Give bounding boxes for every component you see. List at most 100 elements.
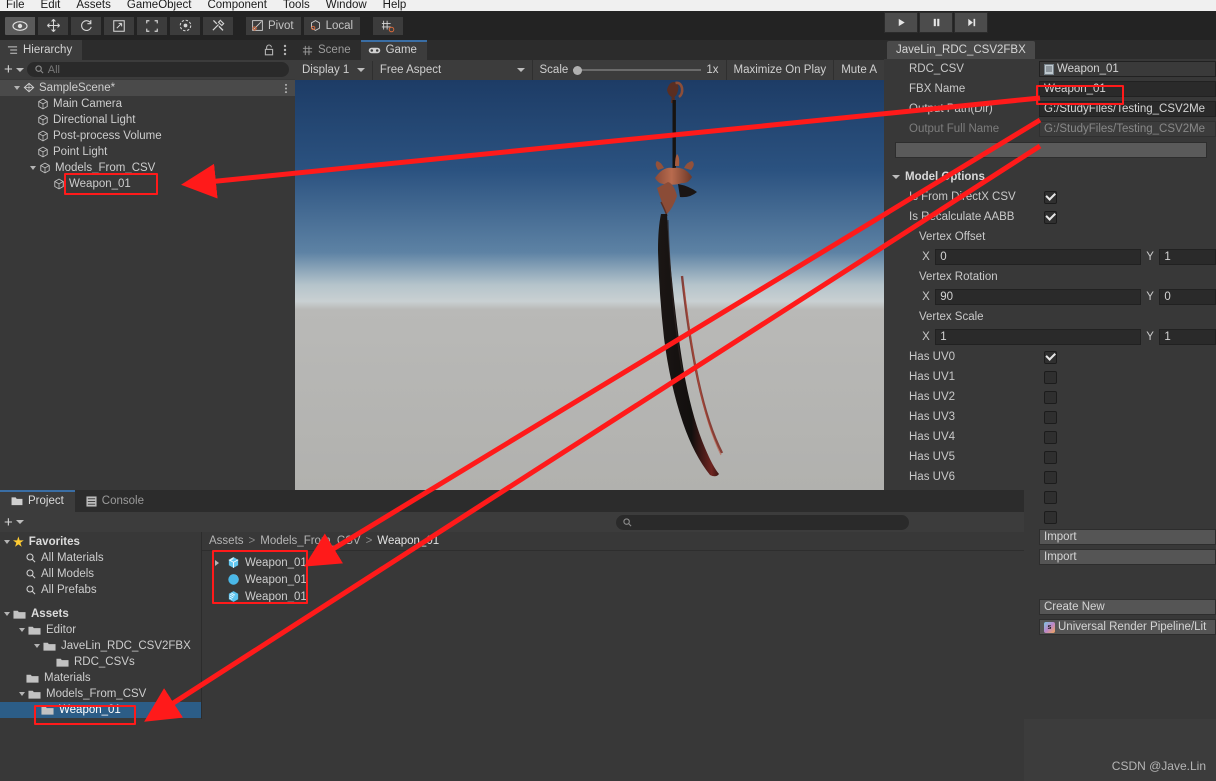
field-output-path[interactable]: Output Path(Dir) G:/StudyFiles/Testing_C…	[884, 99, 1216, 119]
expand-toggle-icon[interactable]	[19, 692, 25, 696]
project-add-button[interactable]: +	[4, 515, 13, 530]
tab-project[interactable]: Project	[0, 490, 75, 512]
field-has-uv0[interactable]: Has UV0	[884, 347, 1216, 367]
expand-toggle-icon[interactable]	[4, 540, 10, 544]
scale-slider-group[interactable]: Scale 1x	[533, 60, 727, 80]
mute-audio-toggle[interactable]: Mute A	[834, 60, 884, 80]
field-has-uv2[interactable]: Has UV2	[884, 387, 1216, 407]
asset-row[interactable]: Weapon_01	[202, 588, 1024, 605]
field-is-from-directx-csv[interactable]: Is From DirectX CSV	[884, 187, 1216, 207]
project-tree-item-weapon-01[interactable]: Weapon_01	[0, 702, 201, 718]
project-tree-item-editor[interactable]: Editor	[0, 622, 201, 638]
field-is-recalculate-aabb[interactable]: Is Recalculate AABB	[884, 207, 1216, 227]
shader-dropdown[interactable]: s Universal Render Pipeline/Lit	[1039, 619, 1216, 635]
rotate-tool-button[interactable]	[70, 15, 102, 36]
scene-more-options-icon[interactable]	[284, 83, 288, 94]
project-tree-item-javelin-rdc-csv2fbx[interactable]: JaveLin_RDC_CSV2FBX	[0, 638, 201, 654]
expand-toggle-icon[interactable]	[30, 166, 36, 170]
field-has-uv4[interactable]: Has UV4	[884, 427, 1216, 447]
transform-tool-button[interactable]	[169, 15, 201, 36]
maximize-on-play-toggle[interactable]: Maximize On Play	[727, 60, 835, 80]
move-tool-button[interactable]	[37, 15, 69, 36]
menu-item-gameobject[interactable]: GameObject	[127, 0, 192, 11]
menu-item-file[interactable]: File	[6, 0, 25, 11]
tab-console[interactable]: Console	[75, 490, 155, 512]
menu-item-tools[interactable]: Tools	[283, 0, 310, 11]
play-button[interactable]	[884, 12, 918, 33]
aspect-dropdown[interactable]: Free Aspect	[373, 60, 533, 80]
convert-action-bar[interactable]	[895, 142, 1207, 158]
vector-x-input[interactable]: 90	[935, 289, 1141, 305]
menu-item-help[interactable]: Help	[383, 0, 407, 11]
project-tree-item-all-prefabs[interactable]: All Prefabs	[0, 582, 201, 598]
is-from-directx-csv-checkbox[interactable]	[1044, 190, 1057, 204]
scale-slider-knob[interactable]	[573, 65, 583, 75]
project-tree-item-all-models[interactable]: All Models	[0, 566, 201, 582]
hierarchy-item-directional-light[interactable]: Directional Light	[0, 112, 295, 128]
tab-javelin-rdc-csv2fbx[interactable]: JaveLin_RDC_CSV2FBX	[887, 41, 1035, 59]
project-tree-item-assets[interactable]: Assets	[0, 606, 201, 622]
hierarchy-item-post-process-volume[interactable]: Post-process Volume	[0, 128, 295, 144]
uv-flag-checkbox[interactable]	[1044, 410, 1057, 424]
breadcrumb-models-from-csv[interactable]: Models_From_CSV	[260, 535, 360, 547]
field-has-uv5[interactable]: Has UV5	[884, 447, 1216, 467]
field-has-uv1[interactable]: Has UV1	[884, 367, 1216, 387]
hierarchy-item-models-from-csv[interactable]: Models_From_CSV	[0, 160, 295, 176]
vector-row-0[interactable]: X0 Y1	[884, 247, 1216, 267]
vector-row-2[interactable]: X1Y1	[884, 327, 1216, 347]
tab-hierarchy[interactable]: Hierarchy	[0, 40, 83, 61]
project-tree-item-all-materials[interactable]: All Materials	[0, 550, 201, 566]
scale-tool-button[interactable]	[103, 15, 135, 36]
hierarchy-search-input[interactable]: All	[26, 62, 289, 77]
project-tree-item-materials[interactable]: Materials	[0, 670, 201, 686]
menu-item-component[interactable]: Component	[207, 0, 266, 11]
uv-flag-checkbox[interactable]	[1044, 490, 1057, 504]
menu-item-edit[interactable]: Edit	[41, 0, 61, 11]
vector-x-input[interactable]: 1	[935, 329, 1141, 345]
hierarchy-add-button[interactable]: +	[4, 62, 13, 77]
more-options-icon[interactable]	[283, 44, 287, 56]
breadcrumb[interactable]: Assets > Models_From_CSV > Weapon_01	[202, 532, 1024, 551]
hierarchy-add-chevron-down-icon[interactable]	[15, 67, 24, 72]
hierarchy-item-point-light[interactable]: Point Light	[0, 144, 295, 160]
vector-y-input[interactable]: 1	[1159, 329, 1216, 345]
hierarchy-tree[interactable]: SampleScene* Main Camera Directional Light…	[0, 79, 295, 510]
uv-flag-checkbox[interactable]	[1044, 510, 1057, 524]
material-set-type-dropdown[interactable]: Create New	[1039, 599, 1216, 615]
local-toggle-button[interactable]: Local	[302, 15, 362, 36]
field-has-uv3[interactable]: Has UV3	[884, 407, 1216, 427]
uv-flag-checkbox[interactable]	[1044, 390, 1057, 404]
asset-list[interactable]: Weapon_01 Weapon_01 Weapon_01	[202, 551, 1024, 605]
field-fbx-name[interactable]: FBX Name Weapon_01	[884, 79, 1216, 99]
hierarchy-item-samplescene[interactable]: SampleScene*	[0, 80, 295, 96]
section-model-options[interactable]: Model Options	[884, 167, 1216, 187]
menu-bar[interactable]: File Edit Assets GameObject Component To…	[0, 0, 1216, 11]
vector-row-1[interactable]: X 90 Y 0	[884, 287, 1216, 307]
hierarchy-item-main-camera[interactable]: Main Camera	[0, 96, 295, 112]
expand-toggle-icon[interactable]	[14, 86, 20, 90]
normal-import-type-dropdown[interactable]: Import	[1039, 529, 1216, 545]
fbx-name-input[interactable]: Weapon_01	[1039, 81, 1216, 97]
uv-flag-checkbox[interactable]	[1044, 470, 1057, 484]
uv-flag-checkbox[interactable]	[1044, 450, 1057, 464]
rect-tool-button[interactable]	[136, 15, 168, 36]
hand-tool-button[interactable]	[4, 15, 36, 36]
project-tree-item-models-from-csv[interactable]: Models_From_CSV	[0, 686, 201, 702]
pivot-toggle-button[interactable]: Pivot	[245, 15, 302, 36]
vector-y-input[interactable]: 1	[1159, 249, 1216, 265]
game-render-canvas[interactable]	[295, 80, 884, 490]
breadcrumb-weapon-01[interactable]: Weapon_01	[377, 535, 439, 547]
expand-toggle-icon[interactable]	[19, 628, 25, 632]
field-rdc-csv[interactable]: RDC_CSV Weapon_01	[884, 59, 1216, 79]
tab-game[interactable]: Game	[360, 40, 428, 61]
is-recalculate-aabb-checkbox[interactable]	[1044, 210, 1057, 224]
menu-item-assets[interactable]: Assets	[76, 0, 111, 11]
project-tree-item-favorites[interactable]: ★ Favorites	[0, 534, 201, 550]
hierarchy-item-weapon-01[interactable]: Weapon_01	[0, 176, 295, 192]
expand-toggle-icon[interactable]	[4, 612, 10, 616]
uv-flag-checkbox[interactable]	[1044, 430, 1057, 444]
vector-x-input[interactable]: 0	[935, 249, 1141, 265]
display-dropdown[interactable]: Display 1	[295, 60, 373, 80]
tangent-import-type-dropdown[interactable]: Import	[1039, 549, 1216, 565]
scale-slider[interactable]	[573, 65, 702, 75]
